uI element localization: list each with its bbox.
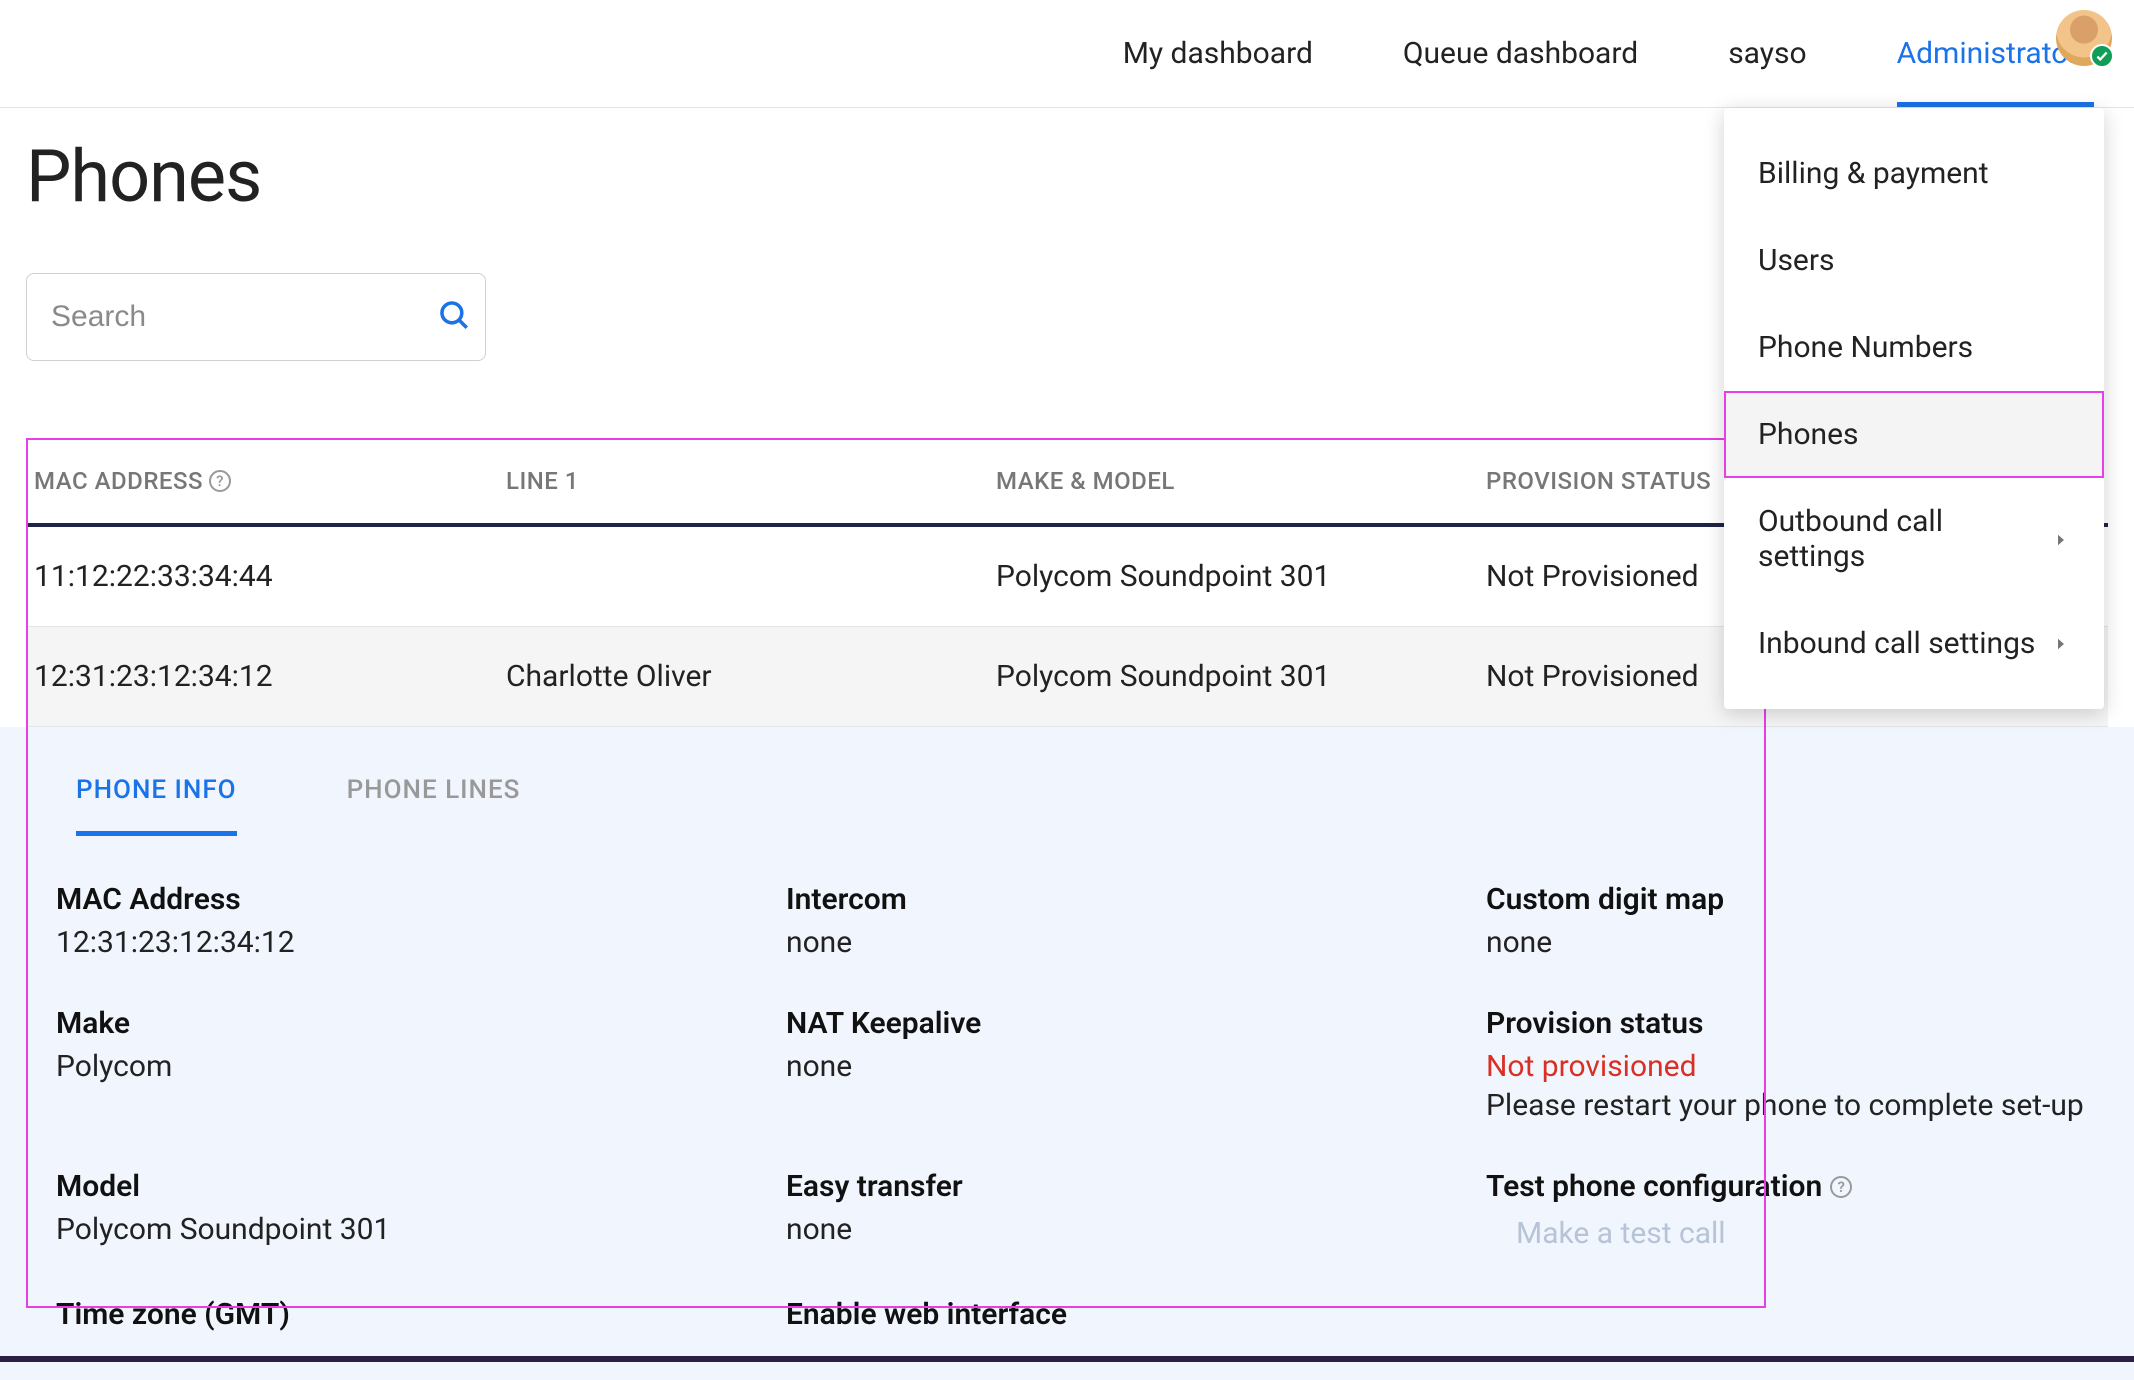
cell-mac: 11:12:22:33:34:44 <box>26 559 506 594</box>
field-label: Test phone configuration ? <box>1486 1169 2108 1204</box>
field-label: Time zone (GMT) <box>56 1297 786 1332</box>
field-nat-keepalive: NAT Keepalive none <box>786 1006 1486 1123</box>
status-check-icon <box>2090 44 2114 68</box>
menu-billing-payment[interactable]: Billing & payment <box>1724 130 2104 217</box>
field-value: none <box>786 925 1486 960</box>
nav-my-dashboard[interactable]: My dashboard <box>1123 0 1313 107</box>
menu-label: Phones <box>1758 417 1859 452</box>
field-label: Intercom <box>786 882 1486 917</box>
menu-label: Billing & payment <box>1758 156 1989 191</box>
field-value: none <box>786 1049 1486 1084</box>
detail-grid: MAC Address 12:31:23:12:34:12 Intercom n… <box>26 836 2108 1340</box>
field-value: none <box>1486 925 2108 960</box>
field-mac: MAC Address 12:31:23:12:34:12 <box>56 882 786 960</box>
user-avatar[interactable] <box>2056 10 2112 66</box>
field-note: Please restart your phone to complete se… <box>1486 1088 2108 1123</box>
bottom-bar <box>0 1356 2134 1362</box>
search-icon <box>437 298 471 336</box>
col-header-mac[interactable]: MAC ADDRESS ? <box>26 467 506 495</box>
menu-label: Phone Numbers <box>1758 330 1973 365</box>
field-make: Make Polycom <box>56 1006 786 1123</box>
field-label: MAC Address <box>56 882 786 917</box>
field-label: Provision status <box>1486 1006 2108 1041</box>
field-value: Polycom <box>56 1049 786 1084</box>
col-header-line1[interactable]: LINE 1 <box>506 467 996 495</box>
cell-make: Polycom Soundpoint 301 <box>996 559 1486 594</box>
tab-phone-lines[interactable]: PHONE LINES <box>347 775 521 836</box>
make-test-call-link[interactable]: Make a test call <box>1516 1216 2108 1251</box>
menu-phones[interactable]: Phones <box>1724 391 2104 478</box>
cell-make: Polycom Soundpoint 301 <box>996 659 1486 694</box>
field-model: Model Polycom Soundpoint 301 <box>56 1169 786 1251</box>
field-intercom: Intercom none <box>786 882 1486 960</box>
nav-queue-dashboard[interactable]: Queue dashboard <box>1403 0 1638 107</box>
help-icon[interactable]: ? <box>1830 1176 1852 1198</box>
search-box[interactable] <box>26 273 486 361</box>
field-value: 12:31:23:12:34:12 <box>56 925 786 960</box>
chevron-right-icon <box>2052 626 2070 661</box>
nav-sayso[interactable]: sayso <box>1728 0 1806 107</box>
menu-phone-numbers[interactable]: Phone Numbers <box>1724 304 2104 391</box>
field-value: none <box>786 1212 1486 1247</box>
menu-label: Users <box>1758 243 1835 278</box>
menu-users[interactable]: Users <box>1724 217 2104 304</box>
field-digit-map: Custom digit map none <box>1486 882 2108 960</box>
field-label: Custom digit map <box>1486 882 2108 917</box>
chevron-right-icon <box>2052 522 2070 557</box>
administrators-dropdown: Billing & payment Users Phone Numbers Ph… <box>1724 108 2104 709</box>
col-header-make[interactable]: MAKE & MODEL <box>996 467 1486 495</box>
field-label: Model <box>56 1169 786 1204</box>
cell-line1: Charlotte Oliver <box>506 659 996 694</box>
detail-tabs: PHONE INFO PHONE LINES <box>26 727 2108 836</box>
menu-label: Inbound call settings <box>1758 626 2035 661</box>
menu-label: Outbound call settings <box>1758 504 2052 574</box>
field-easy-transfer: Easy transfer none <box>786 1169 1486 1251</box>
field-label: Enable web interface <box>786 1297 1486 1332</box>
help-icon[interactable]: ? <box>209 470 231 492</box>
tab-phone-info[interactable]: PHONE INFO <box>76 775 237 836</box>
field-label: Make <box>56 1006 786 1041</box>
field-label-text: Test phone configuration <box>1486 1169 1822 1204</box>
cell-mac: 12:31:23:12:34:12 <box>26 659 506 694</box>
field-enable-web: Enable web interface <box>786 1297 1486 1340</box>
search-input[interactable] <box>51 300 437 334</box>
menu-inbound-call-settings[interactable]: Inbound call settings <box>1724 600 2104 687</box>
phone-detail-panel: PHONE INFO PHONE LINES MAC Address 12:31… <box>0 727 2134 1380</box>
field-label: Easy transfer <box>786 1169 1486 1204</box>
menu-outbound-call-settings[interactable]: Outbound call settings <box>1724 478 2104 600</box>
field-value: Not provisioned <box>1486 1049 2108 1084</box>
field-value: Polycom Soundpoint 301 <box>56 1212 786 1247</box>
field-test-config: Test phone configuration ? Make a test c… <box>1486 1169 2108 1251</box>
field-timezone: Time zone (GMT) <box>56 1297 786 1340</box>
col-header-label: MAC ADDRESS <box>34 467 203 495</box>
top-nav: My dashboard Queue dashboard sayso Admin… <box>0 0 2134 108</box>
field-label: NAT Keepalive <box>786 1006 1486 1041</box>
field-provision-status: Provision status Not provisioned Please … <box>1486 1006 2108 1123</box>
